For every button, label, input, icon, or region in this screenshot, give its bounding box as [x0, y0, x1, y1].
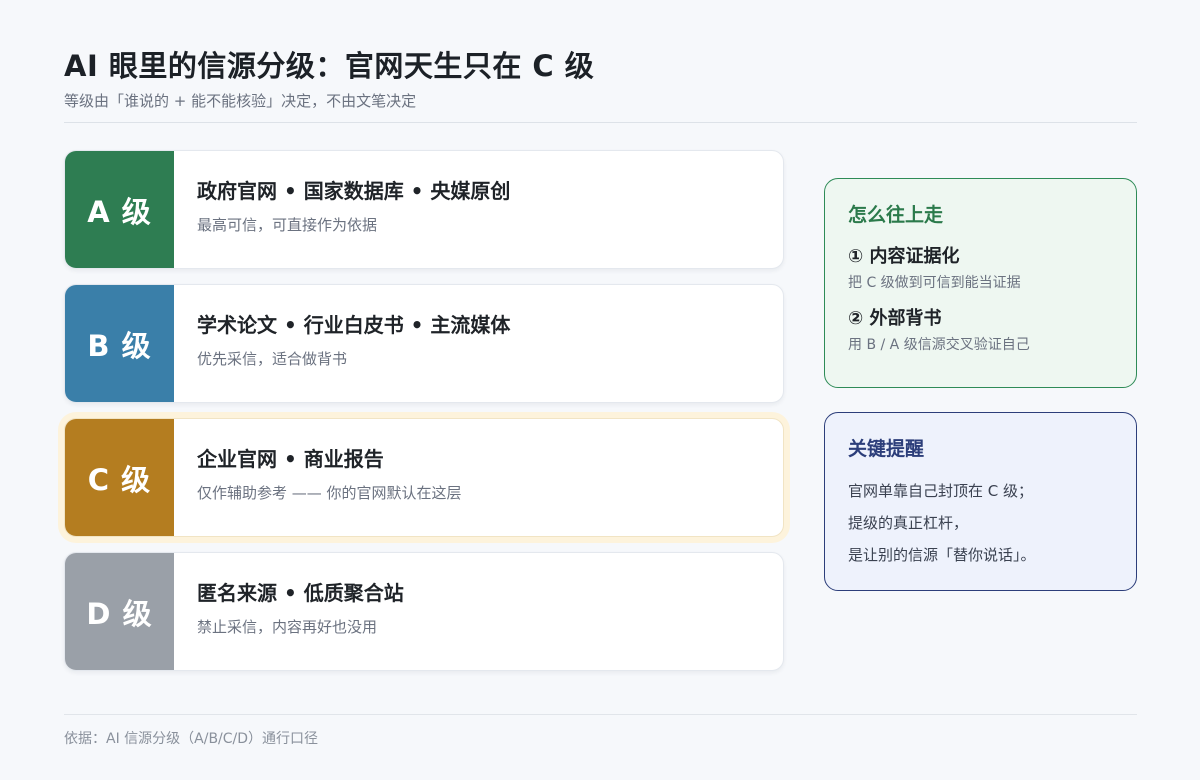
tier-b-title: 学术论文 • 行业白皮书 • 主流媒体 [197, 313, 511, 337]
key-reminder-line: 官网单靠自己封顶在 C 级； [848, 482, 1034, 500]
page-subtitle: 等级由「谁说的 + 能不能核验」决定，不由文笔决定 [64, 92, 417, 110]
tier-d-title: 匿名来源 • 低质聚合站 [197, 581, 404, 605]
tier-a-badge: A 级 [65, 151, 174, 268]
tier-c-desc: 仅作辅助参考 —— 你的官网默认在这层 [197, 484, 462, 502]
upgrade-step-desc: 把 C 级做到可信到能当证据 [848, 275, 1021, 291]
tier-c-title: 企业官网 • 商业报告 [197, 447, 384, 471]
upgrade-step: ① 内容证据化 把 C 级做到可信到能当证据 [848, 245, 1114, 293]
tier-c-card: C 级 企业官网 • 商业报告 仅作辅助参考 —— 你的官网默认在这层 [64, 418, 784, 537]
tier-a-desc: 最高可信，可直接作为依据 [197, 216, 378, 234]
tier-b-card: B 级 学术论文 • 行业白皮书 • 主流媒体 优先采信，适合做背书 [64, 284, 784, 403]
upgrade-card: 怎么往上走 ① 内容证据化 把 C 级做到可信到能当证据 ② 外部背书 用 B … [824, 178, 1137, 388]
page-title: AI 眼里的信源分级：官网天生只在 C 级 [64, 49, 595, 83]
tier-d-desc: 禁止采信，内容再好也没用 [197, 618, 378, 636]
key-reminder-line: 是让别的信源「替你说话」。 [848, 546, 1036, 564]
tier-b-desc: 优先采信，适合做背书 [197, 350, 348, 368]
upgrade-step-title: ② 外部背书 [848, 308, 942, 329]
tier-a-title: 政府官网 • 国家数据库 • 央媒原创 [197, 179, 511, 203]
key-reminder-body: 官网单靠自己封顶在 C 级； 提级的真正杠杆， 是让别的信源「替你说话」。 [848, 475, 1114, 571]
header: AI 眼里的信源分级：官网天生只在 C 级 等级由「谁说的 + 能不能核验」决定… [64, 46, 1137, 112]
upgrade-step-title: ① 内容证据化 [848, 246, 960, 267]
upgrade-step: ② 外部背书 用 B / A 级信源交叉验证自己 [848, 307, 1114, 355]
tier-d-card: D 级 匿名来源 • 低质聚合站 禁止采信，内容再好也没用 [64, 552, 784, 671]
tier-d-badge: D 级 [65, 553, 174, 670]
key-reminder-card: 关键提醒 官网单靠自己封顶在 C 级； 提级的真正杠杆， 是让别的信源「替你说话… [824, 412, 1137, 591]
footer-divider [64, 714, 1137, 715]
tier-a-card: A 级 政府官网 • 国家数据库 • 央媒原创 最高可信，可直接作为依据 [64, 150, 784, 269]
footer-source-note: 依据：AI 信源分级（A/B/C/D）通行口径 [64, 731, 319, 747]
upgrade-card-title: 怎么往上走 [848, 204, 944, 226]
tier-c-badge: C 级 [65, 419, 174, 536]
header-divider [64, 122, 1137, 123]
upgrade-step-desc: 用 B / A 级信源交叉验证自己 [848, 337, 1030, 353]
key-reminder-title: 关键提醒 [848, 438, 925, 460]
key-reminder-line: 提级的真正杠杆， [848, 514, 969, 532]
tier-b-badge: B 级 [65, 285, 174, 402]
